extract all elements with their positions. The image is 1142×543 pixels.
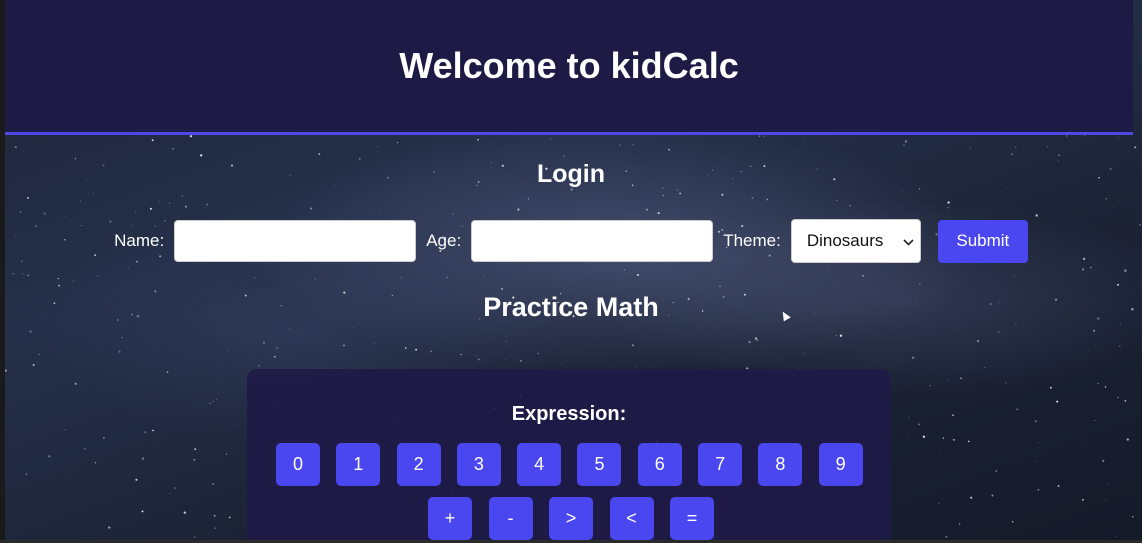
- digit-key-5[interactable]: 5: [577, 443, 622, 486]
- chevron-down-icon: [903, 234, 914, 249]
- expression-label: Expression:: [511, 403, 627, 425]
- digit-keypad: 0123456789: [276, 443, 879, 486]
- operator-keypad: + - > < =: [428, 497, 731, 540]
- theme-select-value: Dinosaurs: [806, 231, 884, 250]
- digit-key-2[interactable]: 2: [396, 443, 441, 486]
- age-input[interactable]: [471, 220, 714, 262]
- name-label: Name:: [114, 231, 165, 250]
- login-heading: Login: [536, 160, 606, 188]
- digit-key-8[interactable]: 8: [758, 443, 803, 486]
- digit-key-0[interactable]: 0: [276, 443, 320, 486]
- operator-key-1[interactable]: -: [488, 497, 533, 540]
- calculator-panel: Expression: 0123456789 + - > < =: [247, 369, 891, 543]
- operator-key-2[interactable]: >: [549, 497, 593, 540]
- digit-key-4[interactable]: 4: [517, 443, 562, 486]
- digit-key-9[interactable]: 9: [818, 443, 863, 486]
- page-header: Welcome to kidCalc: [5, 0, 1133, 135]
- digit-key-6[interactable]: 6: [637, 443, 682, 486]
- operator-key-3[interactable]: <: [609, 497, 654, 540]
- digit-key-1[interactable]: 1: [336, 443, 381, 486]
- login-form: Name: Age: Theme: Dinosaurs Submit: [0, 219, 1142, 263]
- digit-key-3[interactable]: 3: [456, 443, 501, 486]
- theme-select[interactable]: Dinosaurs: [790, 219, 921, 263]
- operator-key-0[interactable]: +: [428, 497, 472, 540]
- submit-button[interactable]: Submit: [937, 219, 1028, 263]
- theme-label: Theme:: [723, 231, 781, 250]
- age-label: Age:: [426, 231, 462, 250]
- practice-heading: Practice Math: [483, 292, 659, 322]
- digit-key-7[interactable]: 7: [698, 443, 743, 486]
- name-input[interactable]: [174, 220, 417, 262]
- page-title: Welcome to kidCalc: [399, 45, 739, 86]
- operator-key-4[interactable]: =: [670, 497, 714, 540]
